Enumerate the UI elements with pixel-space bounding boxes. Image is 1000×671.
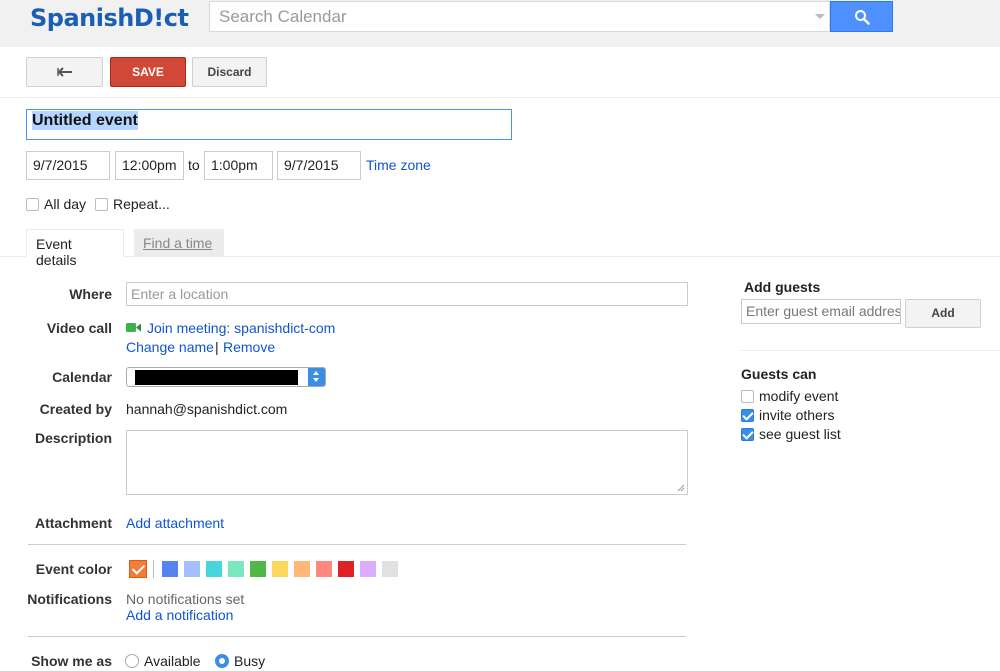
tab-find-a-time[interactable]: Find a time — [134, 229, 224, 257]
color-swatch[interactable] — [338, 561, 354, 577]
app-header: SpanishD!ct — [0, 0, 1000, 47]
back-arrow-icon — [57, 67, 72, 77]
color-swatch[interactable] — [228, 561, 244, 577]
color-swatch[interactable] — [382, 561, 398, 577]
guest-email-input[interactable]: Enter guest email addres — [741, 299, 901, 324]
color-swatch[interactable] — [272, 561, 288, 577]
resize-handle-icon[interactable] — [677, 484, 685, 492]
to-label: to — [188, 157, 200, 173]
guest-permission-checkbox[interactable] — [741, 390, 754, 403]
search-calendar-box[interactable] — [209, 1, 830, 32]
discard-button[interactable]: Discard — [192, 57, 267, 87]
calendar-label: Calendar — [52, 369, 112, 385]
video-call-label: Video call — [46, 320, 112, 336]
section-divider — [28, 544, 686, 545]
add-guests-title: Add guests — [744, 279, 821, 295]
color-swatch[interactable] — [360, 561, 376, 577]
guest-permission-label: see guest list — [759, 426, 841, 442]
busy-radio[interactable] — [215, 654, 229, 668]
event-color-label: Event color — [35, 561, 112, 577]
guests-can-title: Guests can — [741, 366, 817, 382]
color-swatch[interactable] — [162, 561, 178, 577]
redacted-calendar-name — [135, 370, 298, 385]
color-swatch[interactable] — [184, 561, 200, 577]
show-me-as-label: Show me as — [31, 653, 112, 669]
tab-event-details[interactable]: Event details — [26, 229, 124, 268]
save-button[interactable]: SAVE — [110, 57, 186, 87]
search-icon — [855, 10, 870, 25]
created-by-value: hannah@spanishdict.com — [126, 401, 288, 417]
search-button[interactable] — [830, 1, 893, 32]
all-day-label: All day — [44, 196, 87, 212]
change-name-link[interactable]: Change name — [126, 339, 214, 355]
repeat-label: Repeat... — [113, 196, 170, 212]
swatch-separator — [153, 560, 154, 578]
guest-permission-label: invite others — [759, 407, 835, 423]
video-camera-icon — [126, 323, 141, 332]
available-label: Available — [144, 653, 201, 669]
remove-video-link[interactable]: Remove — [223, 339, 275, 355]
created-by-label: Created by — [39, 401, 112, 417]
guest-permission-label: modify event — [759, 388, 839, 404]
spanishdict-logo[interactable]: SpanishD!ct — [30, 4, 189, 32]
event-title-text: Untitled event — [32, 111, 138, 130]
color-swatch[interactable] — [316, 561, 332, 577]
select-arrows-icon[interactable] — [308, 368, 325, 386]
add-notification-link[interactable]: Add a notification — [126, 607, 233, 623]
no-notifications-text: No notifications set — [126, 591, 245, 607]
link-separator: | — [215, 339, 219, 355]
add-attachment-link[interactable]: Add attachment — [126, 515, 224, 531]
where-input[interactable]: Enter a location — [126, 282, 688, 306]
description-label: Description — [34, 430, 112, 446]
attachment-label: Attachment — [34, 515, 112, 531]
where-label: Where — [69, 286, 112, 302]
repeat-checkbox[interactable] — [95, 198, 108, 211]
back-button[interactable] — [26, 57, 103, 87]
guest-permission-checkbox[interactable] — [741, 428, 754, 441]
section-divider — [28, 636, 686, 637]
start-time-field[interactable]: 12:00pm — [115, 151, 184, 180]
description-textarea[interactable] — [126, 430, 688, 495]
guests-divider — [741, 350, 1000, 351]
end-date-field[interactable]: 9/7/2015 — [277, 151, 361, 180]
calendar-select[interactable] — [126, 367, 326, 387]
search-calendar-input[interactable] — [219, 7, 799, 27]
search-options-chevron-down-icon[interactable] — [815, 14, 825, 19]
color-swatch[interactable] — [206, 561, 222, 577]
event-title-input[interactable]: Untitled event — [26, 109, 512, 140]
color-swatch[interactable] — [250, 561, 266, 577]
color-swatch[interactable] — [294, 561, 310, 577]
toolbar-divider — [0, 97, 1000, 98]
notifications-label: Notifications — [27, 591, 112, 607]
available-radio[interactable] — [125, 654, 139, 668]
guest-permission-checkbox[interactable] — [741, 409, 754, 422]
join-meeting-link[interactable]: Join meeting: spanishdict-com — [147, 320, 335, 336]
all-day-checkbox[interactable] — [26, 198, 39, 211]
busy-label: Busy — [234, 653, 266, 669]
start-date-field[interactable]: 9/7/2015 — [26, 151, 110, 180]
selected-color-swatch[interactable] — [129, 560, 147, 578]
end-time-field[interactable]: 1:00pm — [204, 151, 273, 180]
add-guest-button[interactable]: Add — [905, 299, 981, 328]
time-zone-link[interactable]: Time zone — [366, 157, 431, 173]
